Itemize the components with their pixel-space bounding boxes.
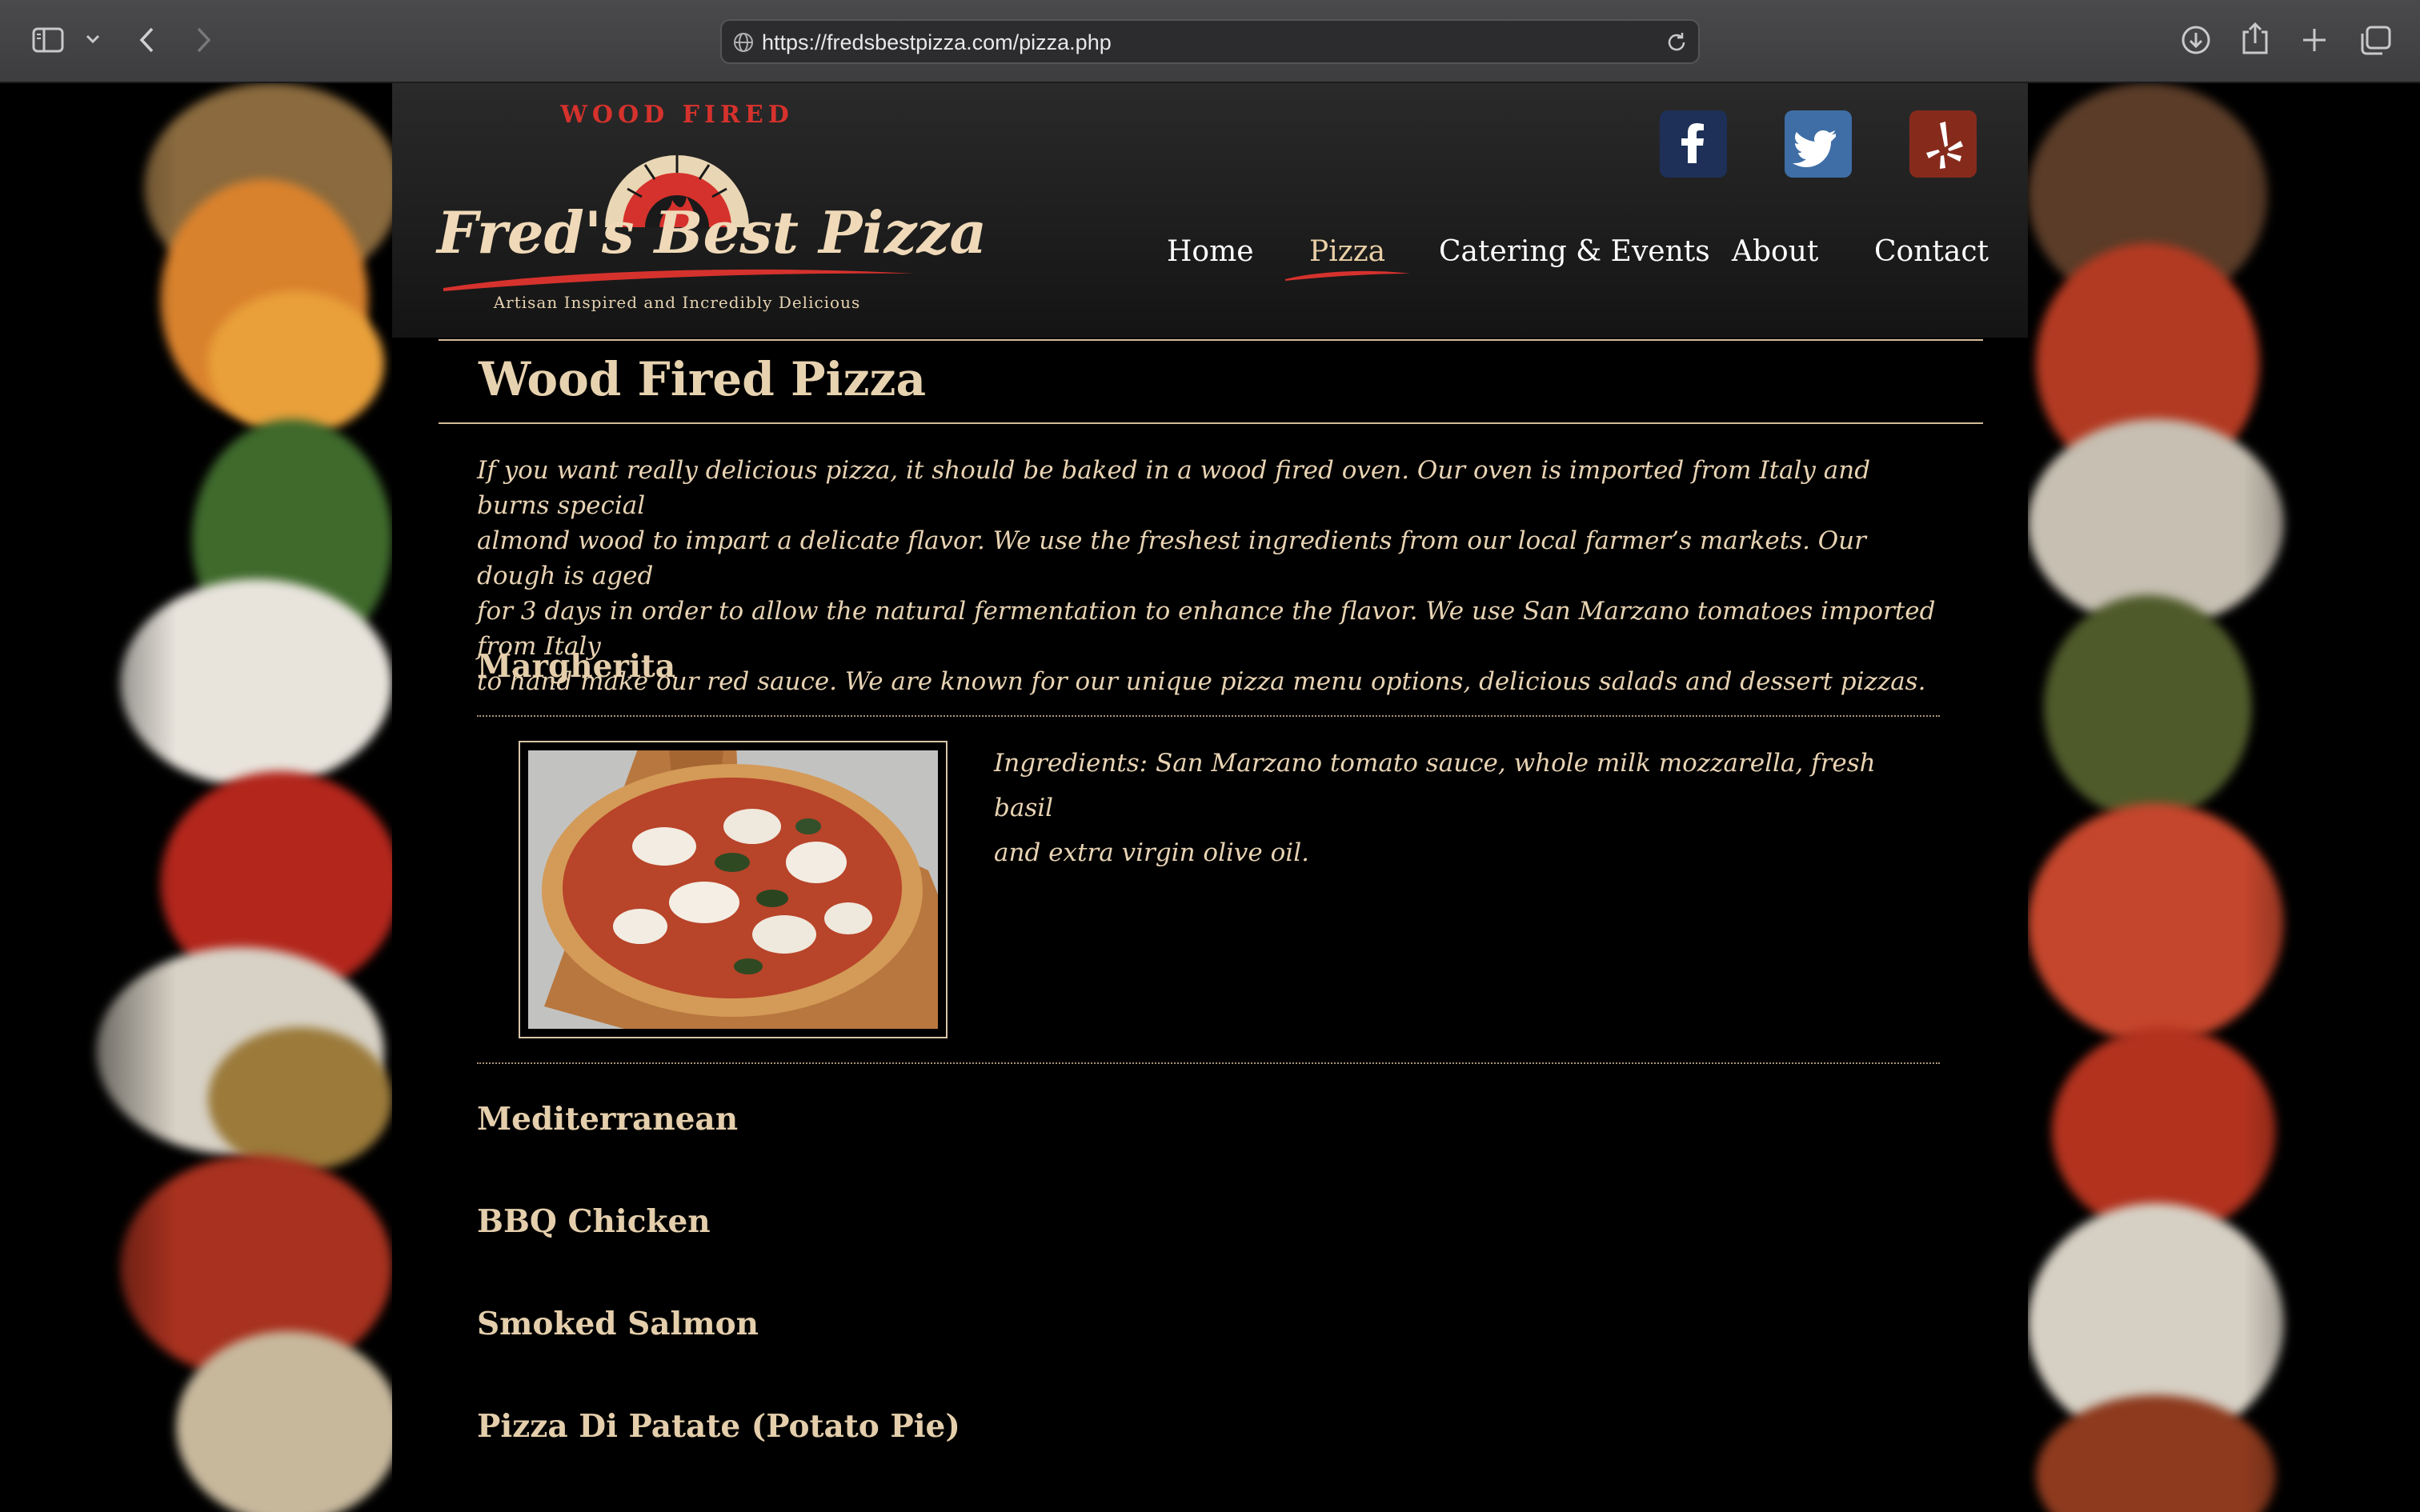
download-icon[interactable] [2180, 24, 2212, 56]
background-pizza-left [0, 83, 392, 1512]
menu-item-mediterranean[interactable]: Mediterranean [477, 1101, 738, 1138]
nav-contact[interactable]: Contact [1874, 235, 1989, 268]
menu-item-smoked-salmon[interactable]: Smoked Salmon [477, 1306, 759, 1342]
site-logo[interactable]: WOOD FIRED Fred's Best Pizza Artisan Ins… [437, 101, 987, 333]
main-nav: Home Pizza Catering & Events About Conta… [392, 235, 2028, 283]
globe-icon [733, 32, 754, 53]
margherita-ingredients: Ingredients: San Marzano tomato sauce, w… [994, 741, 1898, 875]
page-content: WOOD FIRED Fred's Best Pizza Artisan Ins… [392, 83, 2028, 1512]
intro-line: If you want really delicious pizza, it s… [477, 456, 1871, 520]
divider [477, 1062, 1940, 1064]
nav-catering-events[interactable]: Catering & Events [1439, 235, 1710, 268]
ingredients-line: and extra virgin olive oil. [994, 838, 1309, 867]
intro-line: for 3 days in order to allow the natural… [477, 597, 1936, 661]
facebook-icon [1681, 123, 1704, 163]
site-header: WOOD FIRED Fred's Best Pizza Artisan Ins… [392, 83, 2028, 338]
forward-icon[interactable] [194, 26, 213, 54]
menu-item-margherita[interactable]: Margherita [477, 648, 675, 685]
back-icon[interactable] [138, 26, 157, 54]
pizza-image [528, 750, 938, 1029]
url-text: https://fredsbestpizza.com/pizza.php [762, 30, 1112, 54]
reload-icon[interactable] [1665, 30, 1689, 54]
nav-home[interactable]: Home [1167, 235, 1254, 268]
menu-item-pizza-di-patate[interactable]: Pizza Di Patate (Potato Pie) [477, 1408, 960, 1445]
page-title: Wood Fired Pizza [479, 352, 927, 406]
background-pizza-right [2028, 83, 2420, 1512]
menu-item-bbq-chicken[interactable]: BBQ Chicken [477, 1203, 711, 1240]
yelp-icon [1926, 122, 1963, 169]
logo-wood-fired-text: WOOD FIRED [560, 101, 794, 129]
address-bar[interactable]: https://fredsbestpizza.com/pizza.php [720, 19, 1700, 64]
tab-overview-icon[interactable] [2359, 26, 2391, 56]
yelp-button[interactable] [1909, 110, 1977, 178]
nav-about[interactable]: About [1732, 235, 1818, 268]
page-title-bar: Wood Fired Pizza [439, 339, 1983, 424]
sidebar-toggle-icon[interactable] [32, 27, 64, 53]
logo-tagline: Artisan Inspired and Incredibly Deliciou… [493, 293, 861, 312]
active-nav-underline [1284, 269, 1412, 285]
share-icon[interactable] [2241, 21, 2270, 56]
new-tab-icon[interactable] [2300, 26, 2329, 54]
chevron-down-icon[interactable] [85, 34, 101, 45]
facebook-button[interactable] [1660, 110, 1727, 178]
nav-pizza[interactable]: Pizza [1309, 235, 1385, 268]
intro-paragraph: If you want really delicious pizza, it s… [477, 453, 1949, 699]
margherita-photo [519, 741, 948, 1038]
divider [477, 715, 1940, 717]
intro-line: almond wood to impart a delicate flavor.… [477, 526, 1866, 590]
twitter-button[interactable] [1785, 110, 1852, 178]
browser-toolbar: https://fredsbestpizza.com/pizza.php [0, 0, 2420, 83]
twitter-icon [1793, 130, 1836, 167]
intro-line: to hand make our red sauce. We are known… [477, 667, 1926, 696]
ingredients-line: Ingredients: San Marzano tomato sauce, w… [994, 749, 1876, 822]
